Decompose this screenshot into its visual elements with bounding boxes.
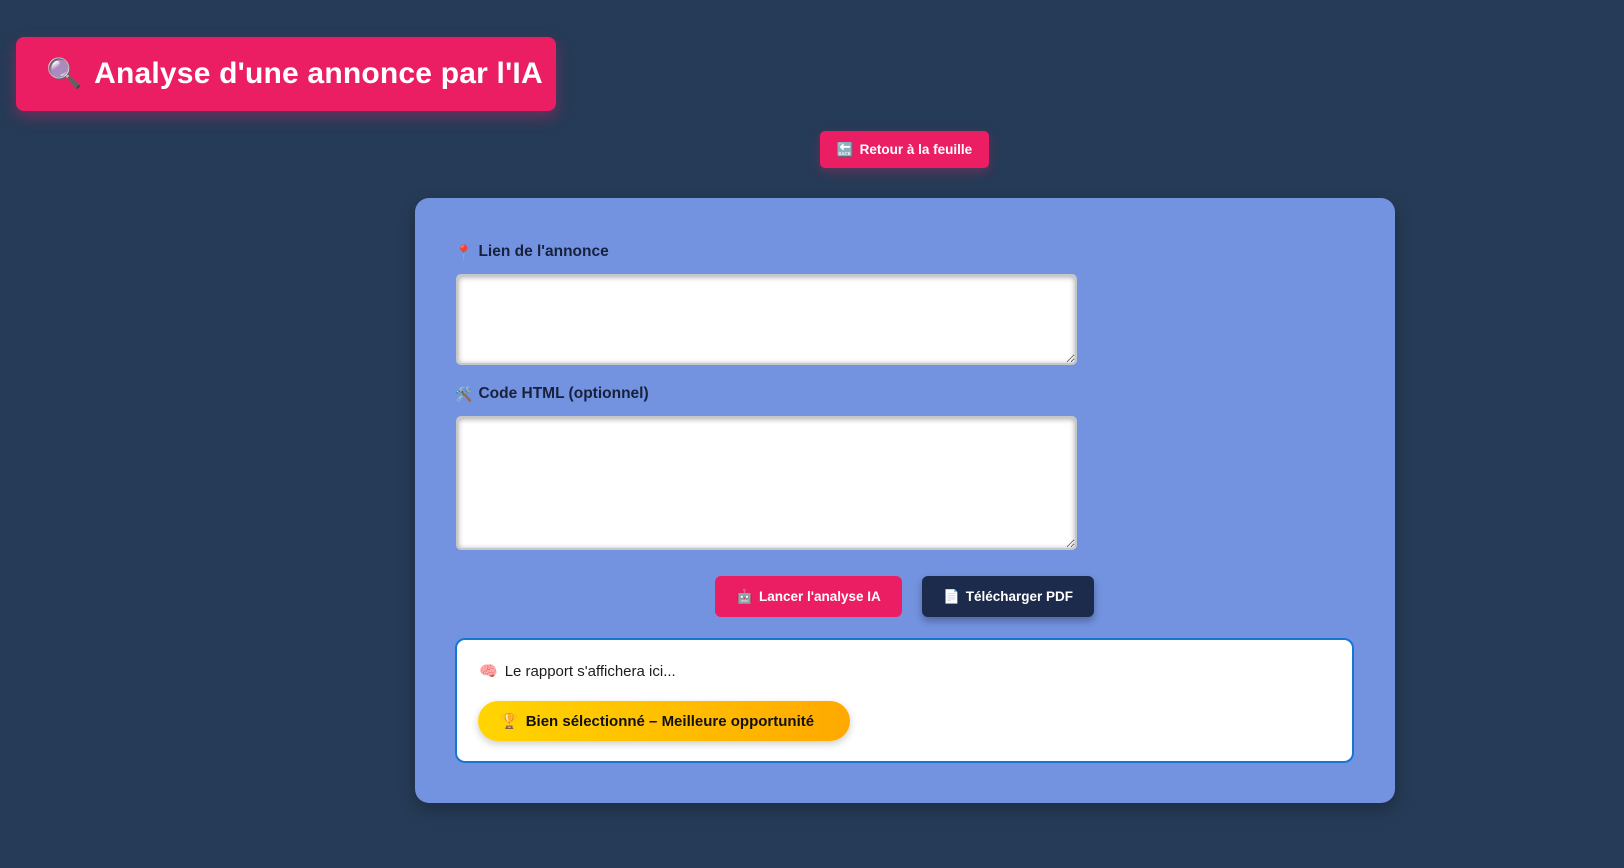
magnifier-icon: 🔍 xyxy=(46,57,83,90)
launch-analysis-label: Lancer l'analyse IA xyxy=(759,589,881,604)
back-to-sheet-label: Retour à la feuille xyxy=(859,142,973,157)
back-arrow-icon: 🔙 xyxy=(836,141,854,157)
listing-link-label: 📍 Lien de l'annonce xyxy=(455,243,609,261)
page-title: Analyse d'une annonce par l'IA xyxy=(94,57,543,90)
report-placeholder-text: Le rapport s'affichera ici... xyxy=(504,662,676,680)
download-pdf-label: Télécharger PDF xyxy=(965,589,1074,604)
html-code-label: 🛠️ Code HTML (optionnel) xyxy=(455,385,649,403)
html-code-label-text: Code HTML (optionnel) xyxy=(478,385,649,402)
download-pdf-button[interactable]: 📄 Télécharger PDF xyxy=(922,576,1094,617)
analysis-card: 📍 Lien de l'annonce 🛠️ Code HTML (option… xyxy=(415,198,1395,803)
trophy-icon: 🏆 xyxy=(500,713,519,730)
html-code-input[interactable] xyxy=(456,416,1077,550)
brain-icon: 🧠 xyxy=(479,663,498,680)
document-icon: 📄 xyxy=(942,588,960,604)
report-output: 🧠 Le rapport s'affichera ici... 🏆 Bien s… xyxy=(455,638,1354,763)
robot-icon: 🤖 xyxy=(736,588,754,604)
listing-link-input[interactable] xyxy=(456,274,1077,365)
report-placeholder: 🧠 Le rapport s'affichera ici... xyxy=(479,662,676,681)
listing-link-label-text: Lien de l'annonce xyxy=(478,243,609,260)
best-opportunity-badge: 🏆 Bien sélectionné – Meilleure opportuni… xyxy=(478,701,850,741)
launch-analysis-button[interactable]: 🤖 Lancer l'analyse IA xyxy=(715,576,902,617)
best-opportunity-label: Bien sélectionné – Meilleure opportunité xyxy=(525,712,815,730)
tools-icon: 🛠️ xyxy=(455,385,473,402)
pin-icon: 📍 xyxy=(455,243,473,260)
page-title-banner: 🔍 Analyse d'une annonce par l'IA xyxy=(16,37,556,111)
back-to-sheet-button[interactable]: 🔙 Retour à la feuille xyxy=(820,131,989,168)
